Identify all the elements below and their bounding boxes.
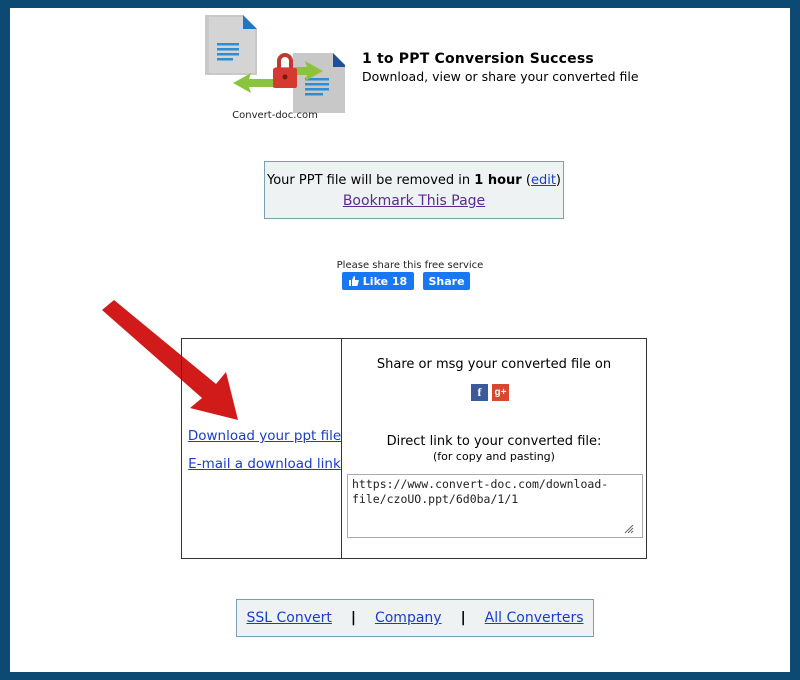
page-subtitle: Download, view or share your converted f… [362, 69, 639, 84]
share-cell: Share or msg your converted file on f g+… [342, 339, 646, 558]
footer-link-all-converters[interactable]: All Converters [485, 610, 584, 626]
edit-link[interactable]: edit [531, 173, 556, 188]
share-title: Share or msg your converted file on [376, 357, 612, 372]
social-icons: f g+ [471, 384, 509, 401]
removal-prefix: Your PPT file will be removed in [267, 173, 471, 188]
download-cell: Download your ppt file E-mail a download… [182, 339, 342, 558]
facebook-like-button[interactable]: Like 18 [342, 272, 414, 290]
bookmark-link[interactable]: Bookmark This Page [265, 193, 563, 209]
download-ppt-link[interactable]: Download your ppt file [187, 428, 342, 444]
footer-separator: | [460, 610, 466, 626]
page: Convert-doc.com 1 to PPT Conversion Succ… [10, 8, 790, 672]
google-plus-icon[interactable]: g+ [492, 384, 509, 401]
logo-caption: Convert-doc.com [232, 110, 318, 121]
facebook-icon[interactable]: f [471, 384, 488, 401]
removal-duration: 1 hour [474, 173, 522, 188]
email-download-link[interactable]: E-mail a download link [187, 456, 342, 472]
removal-notice: Your PPT file will be removed in 1 hour … [265, 173, 563, 188]
direct-link-title: Direct link to your converted file: [386, 434, 602, 449]
footer-link-ssl-convert[interactable]: SSL Convert [246, 610, 331, 626]
direct-link-subtitle: (for copy and pasting) [433, 450, 555, 463]
page-title: 1 to PPT Conversion Success [362, 51, 594, 67]
direct-link-textarea[interactable]: https://www.convert-doc.com/download-fil… [347, 474, 643, 538]
close-paren: ) [555, 173, 561, 188]
footer-separator: | [350, 610, 356, 626]
facebook-share-button[interactable]: Share [423, 272, 470, 290]
download-share-table: Download your ppt file E-mail a download… [181, 338, 647, 559]
removal-notice-box: Your PPT file will be removed in 1 hour … [264, 161, 564, 219]
thumbs-up-icon [348, 276, 359, 286]
footer-nav: SSL Convert | Company | All Converters [236, 599, 594, 637]
share-service-label: Please share this free service [336, 260, 484, 271]
header: 1 to PPT Conversion Success Download, vi… [362, 51, 639, 84]
like-count-label: Like 18 [362, 274, 408, 288]
resize-grip-icon[interactable] [624, 524, 634, 534]
footer-link-company[interactable]: Company [375, 610, 442, 626]
